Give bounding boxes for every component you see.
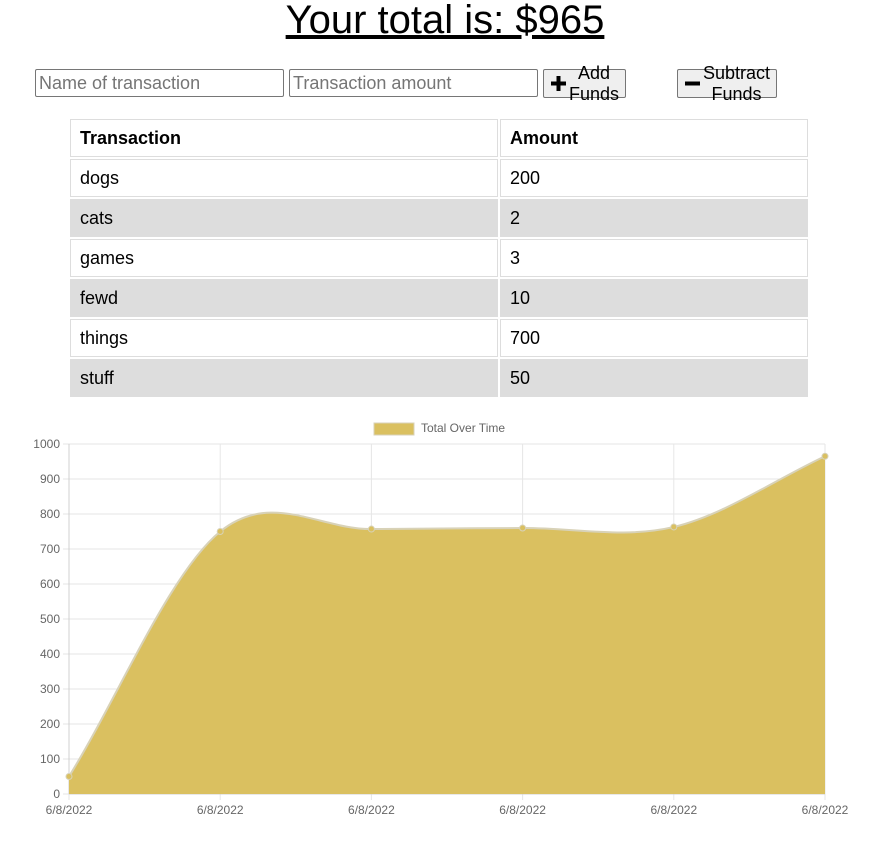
y-tick-label: 600 <box>40 577 60 591</box>
x-tick-label: 6/8/2022 <box>650 803 697 817</box>
transactions-table: Transaction Amount dogs 200 cats 2 games… <box>68 117 810 399</box>
transaction-name-cell: stuff <box>70 359 498 397</box>
total-over-time-chart: 0 100 200 300 400 500 600 700 800 900 1000 6/8/2022… <box>0 416 890 836</box>
table-row: stuff 50 <box>70 359 808 397</box>
transaction-name-cell: cats <box>70 199 498 237</box>
table-header-row: Transaction Amount <box>70 119 808 157</box>
transaction-amount-cell: 50 <box>500 359 808 397</box>
plus-icon <box>551 76 566 91</box>
y-tick-label: 700 <box>40 542 60 556</box>
add-funds-label: Add Funds <box>569 62 620 104</box>
transaction-amount-cell: 10 <box>500 279 808 317</box>
y-tick-label: 0 <box>53 787 60 801</box>
x-tick-label: 6/8/2022 <box>802 803 849 817</box>
series-area-fill <box>69 456 825 794</box>
x-tick-label: 6/8/2022 <box>197 803 244 817</box>
y-tick-label: 100 <box>40 752 60 766</box>
minus-icon <box>685 76 700 91</box>
y-tick-label: 300 <box>40 682 60 696</box>
y-tick-label: 400 <box>40 647 60 661</box>
transaction-name-cell: things <box>70 319 498 357</box>
column-header-transaction: Transaction <box>70 119 498 157</box>
area-chart-svg: 0 100 200 300 400 500 600 700 800 900 1000 6/8/2022… <box>33 421 849 817</box>
table-row: games 3 <box>70 239 808 277</box>
data-point <box>216 528 224 535</box>
table-row: fewd 10 <box>70 279 808 317</box>
y-tick-label: 800 <box>40 507 60 521</box>
legend-label: Total Over Time <box>421 421 505 435</box>
column-header-amount: Amount <box>500 119 808 157</box>
total-heading: Your total is: $965 <box>285 0 605 42</box>
y-tick-label: 900 <box>40 472 60 486</box>
transaction-name-cell: games <box>70 239 498 277</box>
table-row: cats 2 <box>70 199 808 237</box>
data-point <box>367 525 375 533</box>
table-row: things 700 <box>70 319 808 357</box>
legend-swatch <box>373 422 415 436</box>
x-tick-label: 6/8/2022 <box>348 803 395 817</box>
y-tick-label: 1000 <box>33 437 60 451</box>
subtract-funds-button[interactable]: Subtract Funds <box>677 63 778 104</box>
add-funds-button[interactable]: Add Funds <box>543 63 627 104</box>
transaction-name-input[interactable] <box>35 69 284 97</box>
transaction-name-cell: dogs <box>70 159 498 197</box>
y-tick-label: 500 <box>40 612 60 626</box>
data-point <box>821 452 829 460</box>
table-row: dogs 200 <box>70 159 808 197</box>
x-tick-label: 6/8/2022 <box>499 803 546 817</box>
subtract-funds-label: Subtract Funds <box>703 62 771 104</box>
transaction-name-cell: fewd <box>70 279 498 317</box>
transaction-amount-input[interactable] <box>289 69 538 97</box>
data-point <box>65 773 73 780</box>
transaction-amount-cell: 200 <box>500 159 808 197</box>
data-point <box>670 523 678 531</box>
transaction-amount-cell: 2 <box>500 199 808 237</box>
transaction-amount-cell: 700 <box>500 319 808 357</box>
data-point <box>519 524 527 532</box>
transaction-amount-cell: 3 <box>500 239 808 277</box>
x-tick-label: 6/8/2022 <box>46 803 93 817</box>
y-tick-label: 200 <box>40 717 60 731</box>
